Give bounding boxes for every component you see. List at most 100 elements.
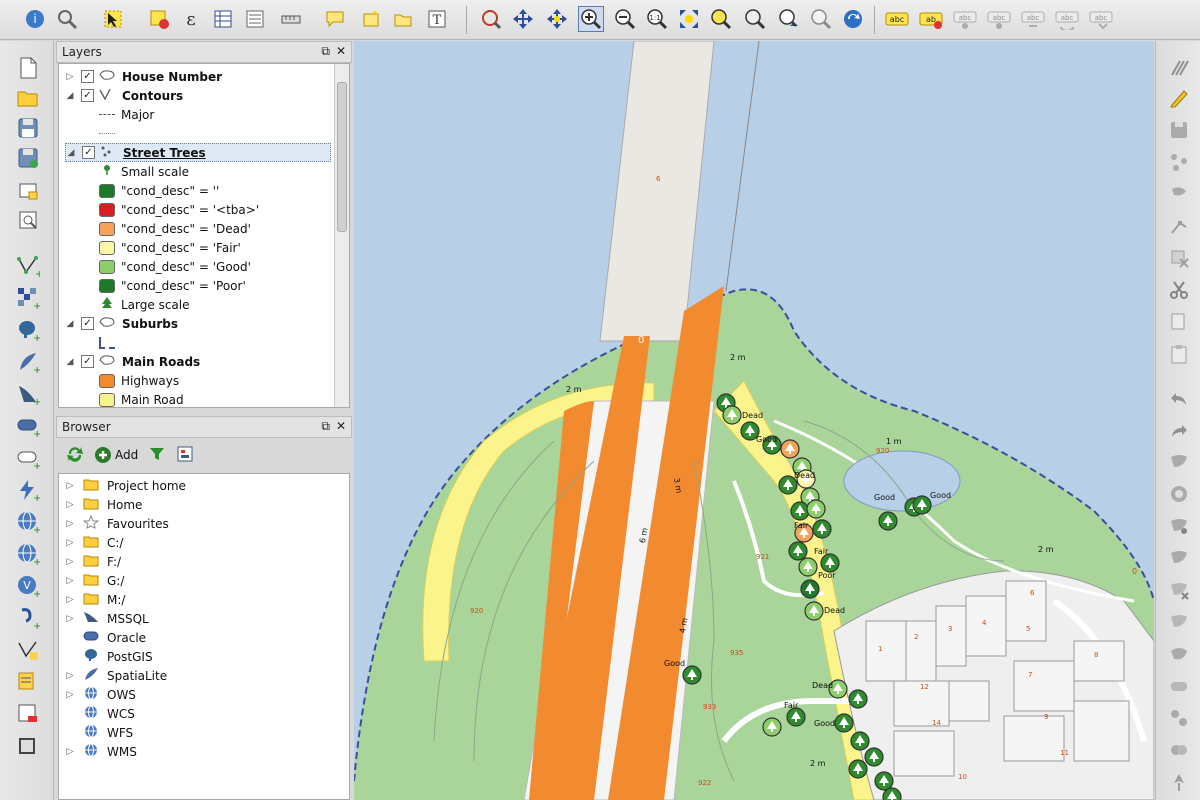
pin-labels-button[interactable]: abc [952,6,978,32]
paste-features-button[interactable] [1166,341,1192,367]
expand-arrow-icon[interactable]: ▷ [65,538,75,548]
tree-marker[interactable] [850,731,870,751]
cut-features-button[interactable] [1166,277,1192,303]
new-bookmark-button[interactable] [358,6,384,32]
zoom-next-button[interactable] [808,6,834,32]
expand-arrow-icon[interactable]: ▷ [65,747,75,757]
text-annotation-button[interactable]: T [424,6,450,32]
legend-item[interactable]: Major [99,105,154,124]
rotate-label-button[interactable]: abc [1054,6,1080,32]
add-delimited-text-layer-button[interactable]: + [15,445,41,471]
tree-marker[interactable] [848,759,868,779]
close-panel-icon[interactable]: ✕ [336,44,346,59]
tree-marker[interactable] [790,501,810,521]
collapse-arrow-icon[interactable]: ◢ [65,91,75,101]
browser-item[interactable]: ▷ Home [65,495,143,514]
browser-item[interactable]: PostGIS [65,647,153,666]
attribute-table-button[interactable] [210,6,236,32]
expand-arrow-icon[interactable]: ▷ [65,614,75,624]
add-wms-layer-button[interactable]: + [15,477,41,503]
layer-item[interactable]: ◢ ✓ Street Trees [65,143,331,162]
layer-item[interactable]: ◢ ✓ Suburbs [65,314,178,333]
legend-item[interactable] [99,333,121,352]
expand-arrow-icon[interactable]: ▷ [65,481,75,491]
copy-features-button[interactable] [1166,309,1192,335]
tree-marker[interactable] [874,771,894,791]
new-project-button[interactable] [15,55,41,81]
collapse-arrow-icon[interactable]: ◢ [66,148,76,158]
zoom-last-button[interactable] [776,6,802,32]
layer-item[interactable]: ▷ ✓ House Number [65,67,223,86]
browser-item[interactable]: ▷ G:/ [65,571,125,590]
simplify-feature-button[interactable] [1166,449,1192,475]
add-wcs-layer-button[interactable]: + [15,509,41,535]
tree-marker[interactable] [864,747,884,767]
legend-item[interactable]: Small scale [99,162,189,181]
zoom-native-resolution-button[interactable]: 1:1 [644,6,670,32]
add-layer-button[interactable]: Add [94,446,138,464]
browser-item[interactable]: ▷ F:/ [65,552,122,571]
close-panel-icon[interactable]: ✕ [336,419,346,434]
save-as-button[interactable] [15,145,41,171]
statistics-button[interactable] [242,6,268,32]
node-tool-button[interactable] [1166,213,1192,239]
legend-item[interactable]: Large scale [99,295,190,314]
redo-button[interactable] [1166,417,1192,443]
expand-arrow-icon[interactable]: ▷ [65,576,75,586]
tree-marker[interactable] [722,405,742,425]
tree-marker[interactable] [762,717,782,737]
layer-visibility-checkbox[interactable]: ✓ [81,70,94,83]
legend-item[interactable]: "cond_desc" = '<tba>' [99,200,259,219]
open-project-button[interactable] [15,85,41,111]
legend-item[interactable]: Main Road [99,390,184,407]
new-spatialite-button[interactable] [15,669,41,695]
pan-to-selection-button[interactable] [478,6,504,32]
map-tips-toggle-button[interactable] [322,6,348,32]
identify-features-button[interactable]: i [22,6,48,32]
add-vector-layer-button[interactable]: + [15,253,41,279]
tree-marker[interactable] [848,689,868,709]
collapse-all-button[interactable] [176,445,194,466]
map-canvas[interactable]: 2 m 2 m 1 m 2 m 3 m 6 m 4 m 2 m 0 0 920 … [354,41,1154,800]
collapse-arrow-icon[interactable]: ◢ [65,357,75,367]
zoom-in-button[interactable] [578,6,604,32]
tree-marker[interactable] [878,511,898,531]
refresh-button[interactable] [840,6,866,32]
tree-marker[interactable] [788,541,808,561]
add-spatialite-layer-button[interactable]: + [15,349,41,375]
tree-marker[interactable] [800,579,820,599]
field-calculator-button[interactable]: ε [178,6,204,32]
legend-item[interactable]: "cond_desc" = 'Good' [99,257,251,276]
zoom-to-selection-button[interactable] [708,6,734,32]
remove-layer-button[interactable] [15,701,41,727]
measure-line-button[interactable] [278,6,304,32]
tree-marker[interactable] [806,499,826,519]
legend-item[interactable]: "cond_desc" = 'Dead' [99,219,251,238]
add-virtual-layer-button[interactable]: V + [15,573,41,599]
render-button[interactable] [15,733,41,759]
layer-labeling-button[interactable]: abc [884,6,910,32]
filter-browser-button[interactable] [148,445,166,466]
offset-curve-button[interactable] [1166,673,1192,699]
layer-visibility-checkbox[interactable]: ✓ [81,89,94,102]
new-shapefile-button[interactable] [15,637,41,663]
show-bookmarks-button[interactable] [390,6,416,32]
merge-features-button[interactable] [1166,737,1192,763]
add-feature-button[interactable] [1166,149,1192,175]
scrollbar-thumb[interactable] [337,82,347,232]
add-wfs-layer-button[interactable]: + [15,541,41,567]
move-label-button[interactable]: abc [1020,6,1046,32]
collapse-arrow-icon[interactable]: ◢ [65,319,75,329]
zoom-out-button[interactable] [612,6,638,32]
layer-visibility-checkbox[interactable]: ✓ [81,317,94,330]
browser-item[interactable]: ▷ M:/ [65,590,126,609]
tree-marker[interactable] [812,519,832,539]
save-project-button[interactable] [15,115,41,141]
show-hide-labels-button[interactable]: abc [986,6,1012,32]
legend-item[interactable]: "cond_desc" = 'Poor' [99,276,246,295]
tree-marker[interactable] [786,707,806,727]
legend-item[interactable]: "cond_desc" = 'Fair' [99,238,241,257]
select-features-button[interactable] [100,6,126,32]
fill-ring-button[interactable] [1166,545,1192,571]
browser-item[interactable]: ▷ MSSQL [65,609,149,628]
